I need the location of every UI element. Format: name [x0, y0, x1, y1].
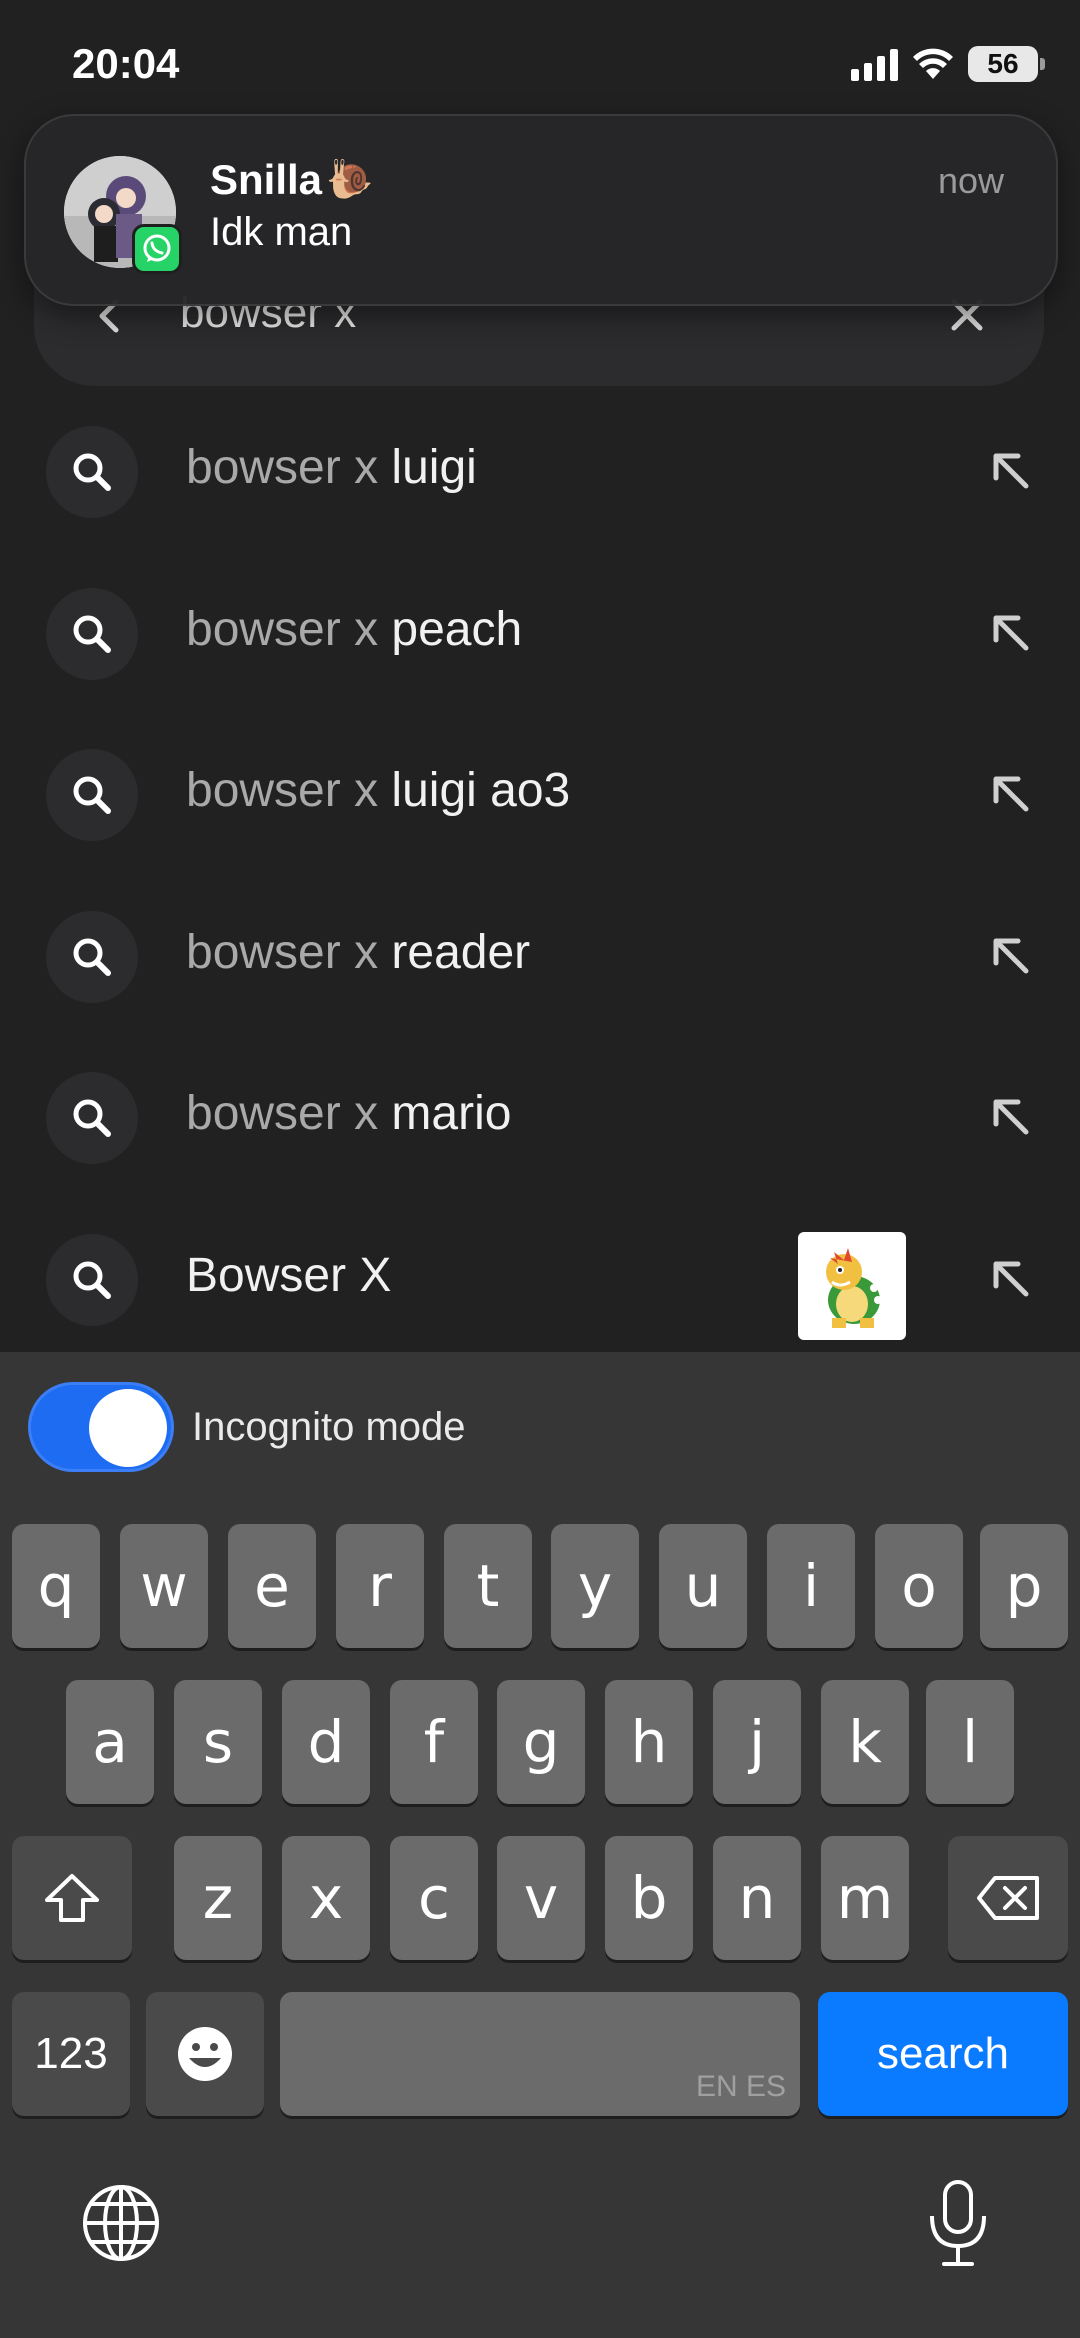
key-v[interactable]: v: [497, 1836, 585, 1960]
key-n[interactable]: n: [713, 1836, 801, 1960]
key-z[interactable]: z: [174, 1836, 262, 1960]
key-h[interactable]: h: [605, 1680, 693, 1804]
suggestion-text: bowser x mario: [186, 1087, 512, 1140]
suggestion-text: bowser x luigi ao3: [186, 764, 571, 817]
search-icon: [46, 1233, 138, 1326]
whatsapp-icon: [132, 224, 182, 274]
arrow-up-left-icon[interactable]: [986, 1254, 1036, 1304]
search-key[interactable]: search: [818, 1992, 1068, 2116]
key-r[interactable]: r: [336, 1524, 424, 1648]
key-k[interactable]: k: [821, 1680, 909, 1804]
suggestion-item[interactable]: bowser x luigi ao3: [0, 713, 1080, 875]
suggestion-text: bowser x luigi: [186, 441, 477, 494]
notification-message: Idk man: [210, 210, 353, 254]
key-a[interactable]: a: [66, 1680, 154, 1804]
search-icon: [46, 587, 138, 680]
snail-emoji: 🐌: [326, 159, 374, 201]
suggestion-text: bowser x peach: [186, 602, 523, 656]
emoji-key[interactable]: [146, 1992, 264, 2116]
backspace-icon: [977, 1876, 1039, 1920]
shift-icon: [45, 1874, 99, 1922]
key-m[interactable]: m: [821, 1836, 909, 1960]
key-s[interactable]: s: [174, 1680, 262, 1804]
key-l[interactable]: l: [926, 1680, 1014, 1804]
arrow-up-left-icon[interactable]: [986, 931, 1036, 981]
key-e[interactable]: e: [228, 1524, 316, 1648]
arrow-up-left-icon[interactable]: [986, 446, 1036, 496]
battery-level: 56: [987, 48, 1019, 79]
key-b[interactable]: b: [605, 1836, 693, 1960]
suggestion-item[interactable]: bowser x mario: [0, 1036, 1080, 1198]
incognito-label: Incognito mode: [192, 1404, 466, 1449]
key-d[interactable]: d: [282, 1680, 370, 1804]
key-c[interactable]: c: [390, 1836, 478, 1960]
key-p[interactable]: p: [980, 1524, 1068, 1648]
microphone-icon[interactable]: [926, 2178, 990, 2268]
suggestion-item[interactable]: Bowser X: [0, 1198, 1080, 1360]
key-q[interactable]: q: [12, 1524, 100, 1648]
key-i[interactable]: i: [767, 1524, 855, 1648]
suggestion-list: bowser x luigi bowser x peach bowser x l…: [0, 390, 1080, 1359]
suggestion-text: bowser x reader: [186, 925, 531, 979]
status-icons: 56: [851, 46, 1045, 82]
backspace-key[interactable]: [948, 1836, 1068, 1960]
globe-icon[interactable]: [80, 2182, 162, 2264]
key-w[interactable]: w: [120, 1524, 208, 1648]
key-y[interactable]: y: [551, 1524, 639, 1648]
status-time: 20:04: [72, 40, 180, 87]
arrow-up-left-icon[interactable]: [986, 1092, 1036, 1142]
key-g[interactable]: g: [497, 1680, 585, 1804]
notification-time: now: [937, 160, 1004, 201]
arrow-up-left-icon[interactable]: [986, 769, 1036, 819]
notification-sender: Snilla 🐌: [210, 156, 373, 204]
key-o[interactable]: o: [875, 1524, 963, 1648]
suggestion-item[interactable]: bowser x reader: [0, 875, 1080, 1037]
emoji-icon: [178, 2027, 232, 2081]
search-icon: [46, 749, 138, 841]
space-key[interactable]: EN ES: [280, 1992, 800, 2116]
incognito-toggle-row: Incognito mode: [28, 1382, 466, 1472]
arrow-up-left-icon[interactable]: [986, 608, 1036, 658]
language-hint: EN ES: [695, 2070, 786, 2103]
toggle-knob: [89, 1389, 167, 1467]
bowser-thumbnail: [798, 1231, 906, 1340]
battery-icon: 56: [968, 46, 1045, 82]
notification-banner[interactable]: Snilla 🐌 Idk man now: [24, 114, 1058, 306]
search-icon: [46, 910, 138, 1003]
search-icon: [46, 1072, 138, 1164]
suggestion-item[interactable]: bowser x peach: [0, 552, 1080, 714]
cellular-signal-icon: [851, 47, 898, 81]
key-u[interactable]: u: [659, 1524, 747, 1648]
suggestion-item[interactable]: bowser x luigi: [0, 390, 1080, 552]
shift-key[interactable]: [12, 1836, 132, 1960]
key-f[interactable]: f: [390, 1680, 478, 1804]
incognito-toggle[interactable]: [28, 1382, 174, 1472]
wifi-icon: [913, 48, 953, 79]
suggestion-text: Bowser X: [186, 1248, 392, 1302]
search-icon: [46, 426, 138, 518]
key-x[interactable]: x: [282, 1836, 370, 1960]
numbers-key[interactable]: 123: [12, 1992, 130, 2116]
keyboard: Incognito mode q w e r t y u i o p a s d…: [0, 1352, 1080, 2338]
notification-sender-name: Snilla: [210, 156, 323, 203]
status-bar: 20:04 56: [0, 0, 1080, 120]
key-j[interactable]: j: [713, 1680, 801, 1804]
key-t[interactable]: t: [444, 1524, 532, 1648]
